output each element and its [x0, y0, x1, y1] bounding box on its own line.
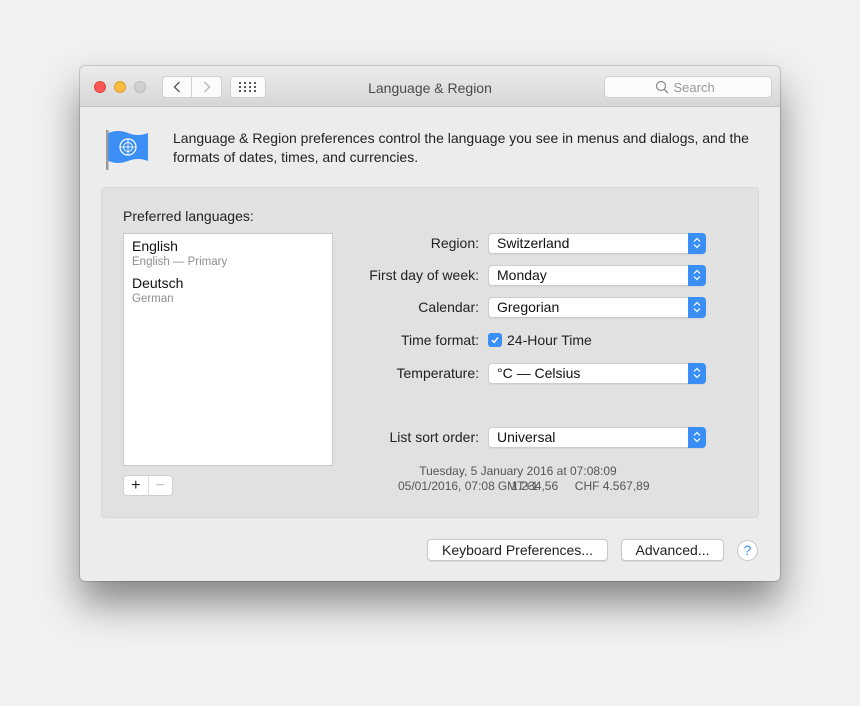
search-input[interactable]	[673, 79, 722, 95]
checkmark-icon[interactable]	[488, 333, 502, 347]
list-item[interactable]: English English — Primary	[124, 234, 332, 271]
advanced-button[interactable]: Advanced...	[621, 539, 724, 561]
temperature-row: Temperature: °C — Celsius	[302, 362, 752, 384]
temperature-select[interactable]: °C — Celsius	[488, 362, 706, 384]
help-button[interactable]: ?	[737, 540, 758, 561]
list-item[interactable]: Deutsch German	[124, 271, 332, 308]
show-all-button[interactable]	[230, 76, 266, 98]
remove-language-button[interactable]: −	[149, 476, 173, 495]
calendar-select[interactable]: Gregorian	[488, 296, 706, 318]
time-format-row: Time format: 24-Hour Time	[302, 329, 752, 351]
grid-icon	[239, 82, 257, 92]
add-language-button[interactable]: +	[124, 476, 149, 495]
first-day-row: First day of week: Monday	[302, 264, 752, 286]
calendar-row: Calendar: Gregorian	[302, 296, 752, 318]
keyboard-preferences-button[interactable]: Keyboard Preferences...	[427, 539, 608, 561]
list-sort-select[interactable]: Universal	[488, 426, 706, 448]
intro-text: Language & Region preferences control th…	[173, 130, 749, 165]
first-day-value: Monday	[497, 266, 547, 283]
title-bar: Language & Region	[80, 66, 780, 107]
updown-arrows-icon	[688, 296, 706, 318]
language-name: English	[132, 238, 178, 254]
24-hour-checkbox[interactable]: 24-Hour Time	[488, 332, 592, 348]
list-sort-row: List sort order: Universal	[302, 426, 752, 448]
temperature-value: °C — Celsius	[497, 364, 581, 381]
calendar-label: Calendar:	[418, 299, 479, 315]
add-remove-control: + −	[123, 475, 173, 496]
temperature-label: Temperature:	[396, 365, 479, 381]
time-format-label: Time format:	[400, 332, 479, 348]
region-row: Region: Switzerland	[302, 232, 752, 254]
first-day-select[interactable]: Monday	[488, 264, 706, 286]
search-icon	[655, 80, 668, 94]
updown-arrows-icon	[688, 232, 706, 254]
language-subtitle: English — Primary	[132, 256, 228, 268]
region-value: Switzerland	[497, 234, 570, 251]
chevron-left-icon	[173, 81, 180, 93]
minimize-button[interactable]	[114, 81, 126, 93]
first-day-label: First day of week:	[369, 267, 479, 283]
list-sort-value: Universal	[497, 428, 556, 445]
sample-format-line: 05/01/2016, 07:08 1.234,56 CHF 4.567,89	[398, 479, 650, 493]
forward-button[interactable]	[192, 76, 222, 98]
region-label: Region:	[430, 235, 479, 251]
region-select[interactable]: Switzerland	[488, 232, 706, 254]
search-field[interactable]	[604, 76, 772, 98]
updown-arrows-icon	[688, 264, 706, 286]
un-flag-icon	[106, 130, 148, 170]
24-hour-label: 24-Hour Time	[507, 332, 592, 348]
close-button[interactable]	[94, 81, 106, 93]
chevron-right-icon	[203, 81, 210, 93]
updown-arrows-icon	[688, 362, 706, 384]
calendar-value: Gregorian	[497, 298, 560, 315]
language-name: Deutsch	[132, 275, 184, 291]
back-button[interactable]	[162, 76, 192, 98]
updown-arrows-icon	[688, 426, 706, 448]
list-sort-label: List sort order:	[389, 429, 479, 445]
settings-panel: Preferred languages: English English — P…	[101, 187, 759, 518]
language-subtitle: German	[132, 293, 174, 305]
preferred-languages-label: Preferred languages:	[123, 208, 254, 224]
preferences-window: Language & Region Language & Region pref…	[80, 66, 780, 581]
zoom-button	[134, 81, 146, 93]
